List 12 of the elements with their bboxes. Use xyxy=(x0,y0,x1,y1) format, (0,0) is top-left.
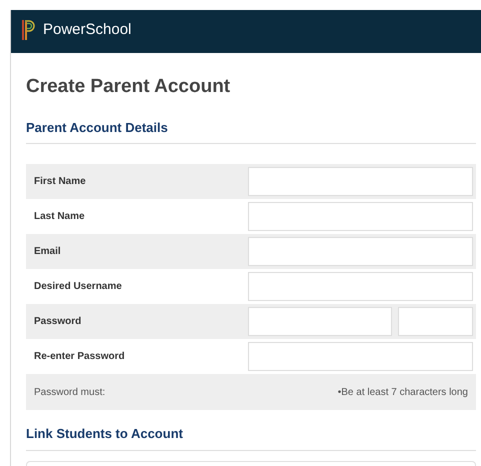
field-label: Email xyxy=(33,245,62,259)
section-heading: Parent Account Details xyxy=(26,118,169,136)
field-label: Password xyxy=(33,315,82,329)
field-label: Last Name xyxy=(33,210,86,224)
field-label: Re-enter Password xyxy=(33,350,126,364)
page-title: Create Parent Account xyxy=(26,75,232,99)
password-rule: •Be at least 7 characters long xyxy=(338,386,468,400)
section-heading: Link Students to Account xyxy=(26,425,184,443)
field-label: Desired Username xyxy=(33,280,123,294)
field-label: Password must: xyxy=(34,386,106,400)
brand-name: PowerSchool xyxy=(43,20,132,40)
field-label: First Name xyxy=(33,175,87,189)
